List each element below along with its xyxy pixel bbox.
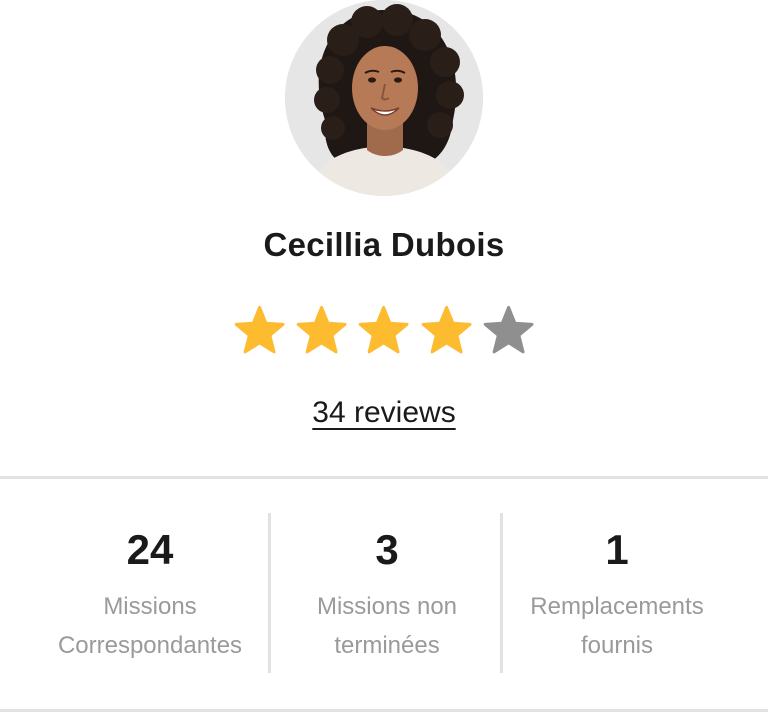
stat-value: 1 [605, 526, 629, 573]
stat-value: 3 [375, 526, 399, 573]
stat-label-line2: terminées [334, 632, 440, 659]
stat-value: 24 [126, 526, 174, 573]
star-empty-icon [483, 305, 534, 354]
stat-missions-non-terminees: 3 Missions non terminées [272, 525, 502, 665]
stat-label-line1: Missions [103, 593, 197, 620]
star-filled-icon [359, 305, 409, 354]
stat-label-line2: fournis [580, 632, 654, 659]
reviews-link[interactable]: 34 reviews [0, 396, 768, 430]
stat-label: Remplacements fournis [502, 587, 732, 665]
avatar [285, 0, 483, 196]
star-filled-icon [296, 305, 347, 354]
person-portrait-icon [285, 0, 483, 196]
divider-vertical [268, 513, 271, 673]
divider-top [0, 476, 768, 479]
profile-name: Cecillia Dubois [263, 226, 505, 263]
stat-label-line1: Remplacements [530, 593, 704, 620]
stat-label-line2: Correspondantes [57, 632, 243, 659]
stat-label-line1: Missions non [316, 593, 458, 620]
star-filled-icon [234, 305, 285, 354]
stat-label: Missions non terminées [272, 587, 502, 665]
rating-stars [234, 305, 534, 361]
star-filled-icon [421, 305, 472, 354]
stat-remplacements-fournis: 1 Remplacements fournis [502, 525, 732, 665]
stat-missions-correspondantes: 24 Missions Correspondantes [28, 525, 272, 665]
stat-label: Missions Correspondantes [28, 587, 272, 665]
divider-bottom [0, 709, 768, 712]
